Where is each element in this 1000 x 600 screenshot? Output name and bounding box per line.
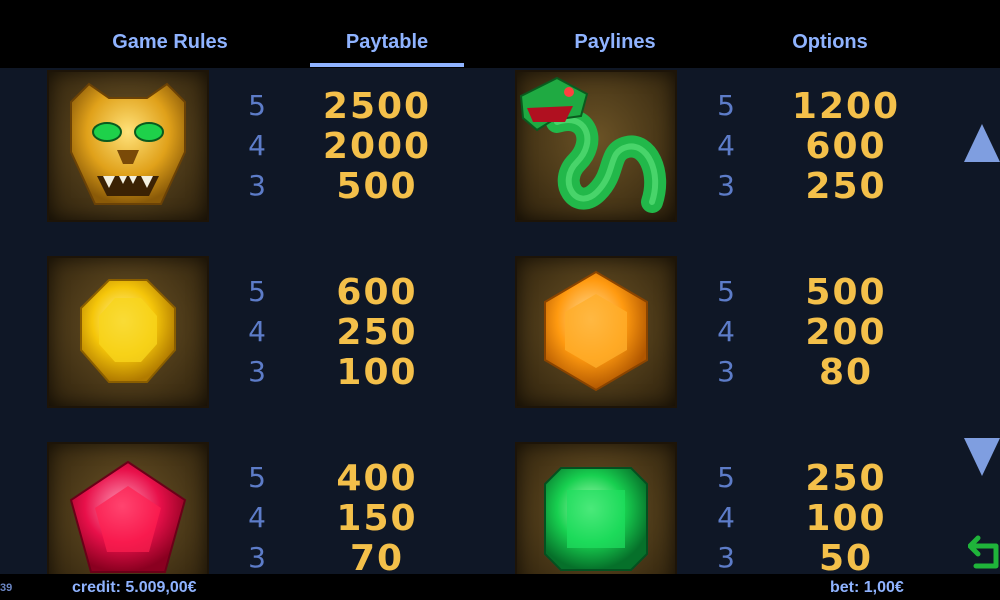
count-label: 3 xyxy=(717,541,735,574)
count-label: 3 xyxy=(717,169,735,202)
payout-value: 600 xyxy=(805,126,887,167)
payout-value: 80 xyxy=(818,352,874,393)
count-label: 5 xyxy=(717,461,735,494)
count-label: 4 xyxy=(717,129,735,162)
count-label: 4 xyxy=(717,315,735,348)
payout-value: 250 xyxy=(336,312,418,353)
count-label: 3 xyxy=(248,541,266,574)
yellow-gem-symbol xyxy=(47,256,209,408)
credit-label: credit: 5.009,00€ xyxy=(72,579,197,596)
active-tab-indicator xyxy=(310,63,464,67)
payout-value: 250 xyxy=(805,458,887,499)
scroll-up-icon[interactable] xyxy=(964,124,1000,162)
count-label: 4 xyxy=(248,315,266,348)
green-gem-symbol xyxy=(515,442,677,574)
bet-label: bet: 1,00€ xyxy=(830,579,904,596)
payout-value: 600 xyxy=(336,272,418,313)
serpent-symbol xyxy=(515,70,677,222)
payout-value: 2000 xyxy=(322,126,432,167)
top-nav: Game Rules Paytable Paylines Options xyxy=(0,0,1000,68)
tab-paytable[interactable]: Paytable xyxy=(310,28,464,56)
count-label: 3 xyxy=(248,355,266,388)
orange-gem-symbol xyxy=(515,256,677,408)
paytable-panel[interactable]: 5 4 3 2500 2000 500 5 4 3 1200 600 250 5… xyxy=(0,68,1000,574)
scroll-down-icon[interactable] xyxy=(964,438,1000,476)
count-label: 3 xyxy=(248,169,266,202)
payout-value: 250 xyxy=(805,166,887,207)
payout-value: 100 xyxy=(336,352,418,393)
payout-value: 200 xyxy=(805,312,887,353)
payout-value: 100 xyxy=(805,498,887,539)
payout-value: 70 xyxy=(349,538,405,574)
green-gem-icon xyxy=(544,467,648,571)
tab-paylines[interactable]: Paylines xyxy=(545,28,685,56)
count-label: 4 xyxy=(248,501,266,534)
status-bar: 39 credit: 5.009,00€ bet: 1,00€ xyxy=(0,574,1000,600)
count-label: 3 xyxy=(717,355,735,388)
tab-game-rules[interactable]: Game Rules xyxy=(100,28,240,56)
count-label: 5 xyxy=(248,275,266,308)
yellow-gem-icon xyxy=(80,279,176,383)
serpent-icon xyxy=(519,76,667,213)
payout-value: 50 xyxy=(818,538,874,574)
clock-fragment: 39 xyxy=(0,582,13,594)
tab-options[interactable]: Options xyxy=(760,28,900,56)
red-gem-icon xyxy=(69,460,187,573)
payout-value: 1200 xyxy=(791,86,901,127)
count-label: 4 xyxy=(248,129,266,162)
count-label: 5 xyxy=(248,89,266,122)
payout-value: 400 xyxy=(336,458,418,499)
payout-value: 2500 xyxy=(322,86,432,127)
payout-value: 500 xyxy=(805,272,887,313)
count-label: 5 xyxy=(248,461,266,494)
orange-gem-icon xyxy=(544,270,648,392)
payout-value: 500 xyxy=(336,166,418,207)
back-icon[interactable] xyxy=(968,530,1000,574)
jaguar-mask-symbol xyxy=(47,70,209,222)
red-gem-symbol xyxy=(47,442,209,574)
count-label: 5 xyxy=(717,89,735,122)
jaguar-mask-icon xyxy=(70,82,186,205)
count-label: 4 xyxy=(717,501,735,534)
count-label: 5 xyxy=(717,275,735,308)
payout-value: 150 xyxy=(336,498,418,539)
